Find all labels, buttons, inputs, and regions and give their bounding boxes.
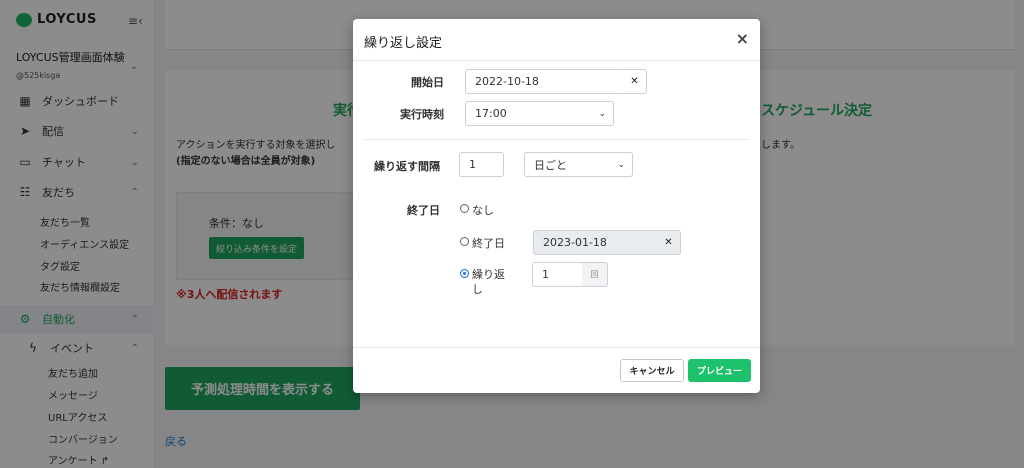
repeat-count-input[interactable]: 1 [532,262,583,287]
end-option-none[interactable]: なし [460,202,494,218]
interval-unit-value: 日ごと [534,158,567,172]
exec-time-label: 実行時刻 [400,108,444,121]
end-date-clear-button[interactable]: ✕ [657,230,681,255]
end-option-date-label: 終了日 [472,237,505,250]
chevron-down-icon: ⌄ [617,160,625,170]
modal-header: 繰り返し設定 × [353,19,760,61]
start-date-clear-button[interactable]: ✕ [623,69,647,94]
interval-label: 繰り返す間隔 [374,160,440,173]
end-option-none-label: なし [472,204,494,217]
radio-unchecked-icon [460,237,469,246]
end-date-label: 終了日 [407,204,440,217]
divider [364,139,749,140]
interval-unit-select[interactable]: 日ごと ⌄ [524,152,633,177]
end-option-date[interactable]: 終了日 [460,235,505,251]
interval-input[interactable]: 1 [459,152,504,177]
start-date-label: 開始日 [411,76,444,89]
modal-title: 繰り返し設定 [364,36,443,51]
close-icon[interactable]: × [736,29,749,48]
end-option-repeat-label: 繰り返し [472,268,505,296]
radio-checked-icon [460,269,469,278]
end-option-repeat[interactable]: 繰り返し [460,267,515,297]
start-date-input[interactable]: 2022-10-18 [465,69,624,94]
chevron-down-icon: ⌄ [598,109,606,119]
exec-time-select[interactable]: 17:00 ⌄ [465,101,614,126]
repeat-settings-modal: 繰り返し設定 × 開始日 2022-10-18 ✕ 実行時刻 17:00 ⌄ 繰… [353,19,760,393]
exec-time-value: 17:00 [475,107,507,120]
cancel-button[interactable]: キャンセル [620,359,684,382]
end-date-input[interactable]: 2023-01-18 [533,230,658,255]
modal-footer-divider [353,347,760,348]
repeat-count-unit: 回 [582,262,608,287]
preview-button[interactable]: プレビュー [688,359,751,382]
radio-unchecked-icon [460,204,469,213]
